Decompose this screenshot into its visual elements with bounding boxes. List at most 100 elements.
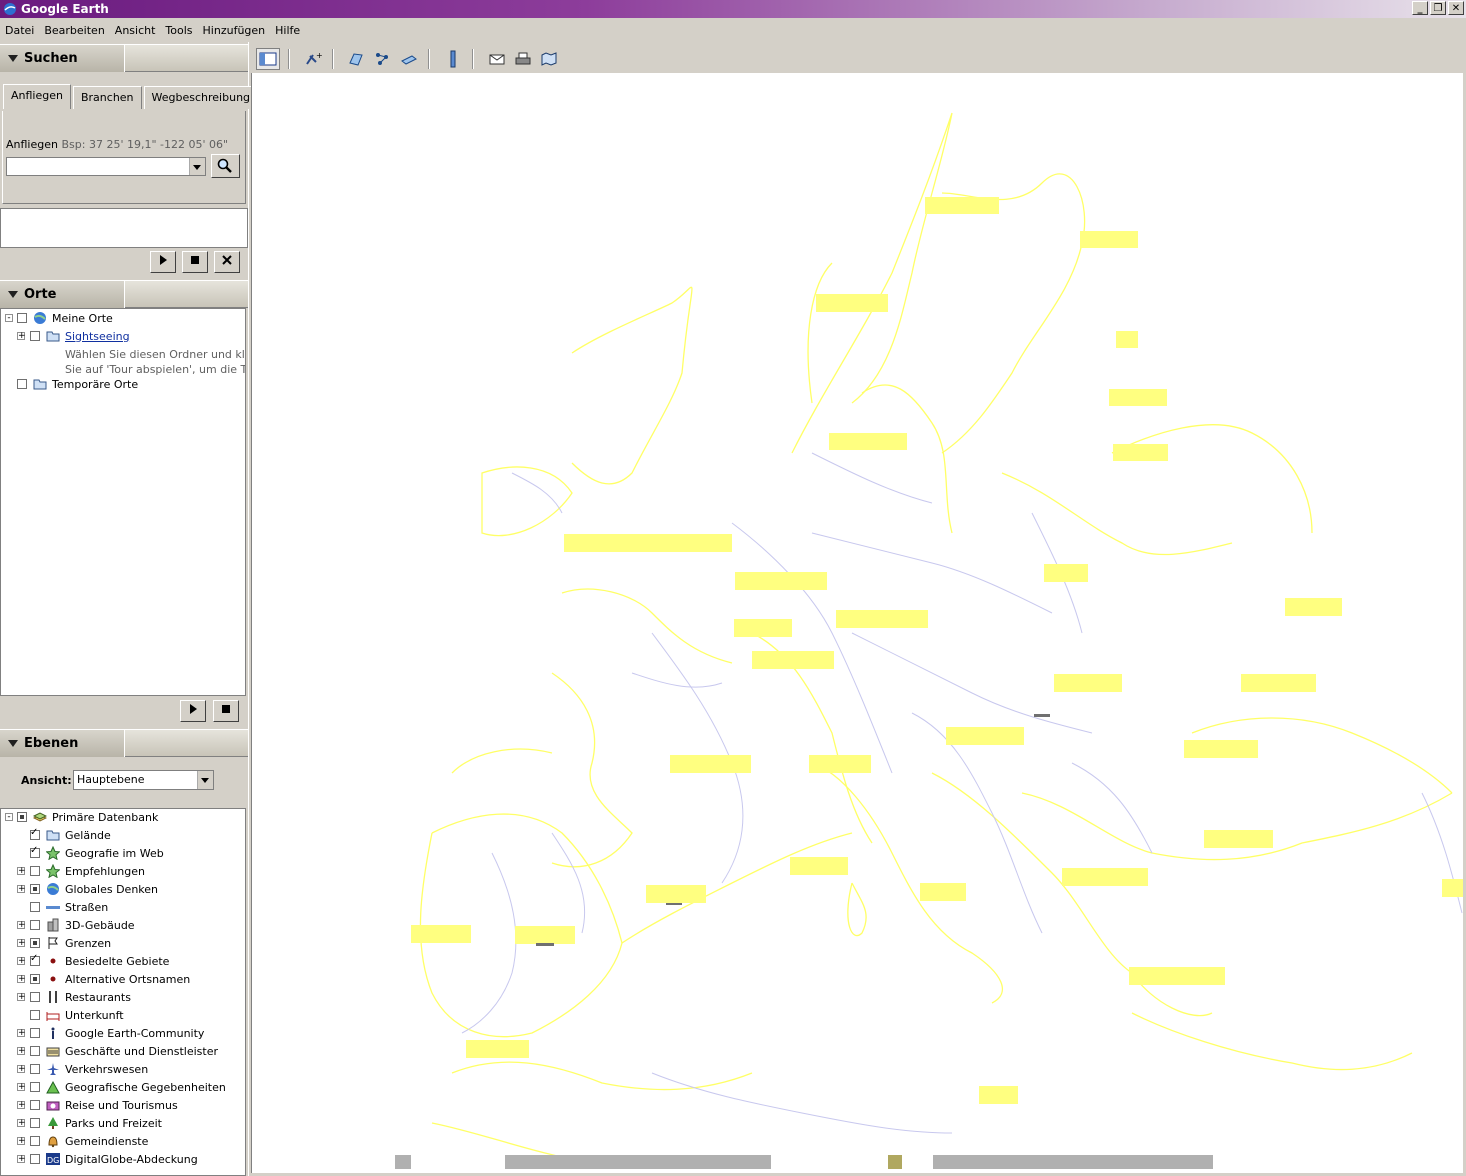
- minimize-button[interactable]: _: [1412, 1, 1428, 15]
- layer-checkbox[interactable]: [30, 845, 40, 858]
- layer-item[interactable]: Verkehrswesen: [30, 1060, 148, 1078]
- layer-item[interactable]: Alternative Ortsnamen: [30, 970, 190, 988]
- menu-hilfe[interactable]: Hilfe: [270, 24, 305, 37]
- layer-item[interactable]: Reise und Tourismus: [30, 1096, 178, 1114]
- layer-item[interactable]: Google Earth-Community: [30, 1024, 204, 1042]
- layer-item[interactable]: Grenzen: [30, 934, 111, 952]
- expand-icon[interactable]: +: [17, 885, 26, 894]
- expand-icon[interactable]: +: [17, 957, 26, 966]
- path-button[interactable]: [372, 49, 394, 69]
- collapse-icon[interactable]: -: [5, 813, 13, 822]
- layer-checkbox[interactable]: [30, 1100, 40, 1110]
- layer-checkbox[interactable]: [30, 1154, 40, 1164]
- layer-checkbox[interactable]: [30, 1136, 40, 1146]
- layer-checkbox[interactable]: [30, 992, 40, 1002]
- tab-wegbeschreibung[interactable]: Wegbeschreibung: [143, 86, 259, 109]
- layer-checkbox[interactable]: [30, 866, 40, 876]
- places-panel-header[interactable]: Orte: [0, 280, 248, 308]
- play-button[interactable]: [150, 251, 176, 273]
- layer-checkbox[interactable]: [30, 953, 40, 966]
- print-button[interactable]: [512, 49, 534, 69]
- collapse-icon[interactable]: -: [5, 314, 13, 323]
- collapse-triangle-icon[interactable]: [8, 291, 18, 298]
- layer-checkbox[interactable]: [30, 938, 40, 948]
- expand-icon[interactable]: +: [17, 1155, 26, 1164]
- layer-item[interactable]: Empfehlungen: [30, 862, 145, 880]
- search-panel-header[interactable]: Suchen: [0, 44, 248, 72]
- layer-checkbox[interactable]: [30, 902, 40, 912]
- layer-item[interactable]: Primäre Datenbank: [17, 809, 158, 826]
- polygon-button[interactable]: [346, 49, 368, 69]
- layer-checkbox[interactable]: [30, 1118, 40, 1128]
- expand-icon[interactable]: +: [17, 332, 26, 341]
- expand-icon[interactable]: +: [17, 1083, 26, 1092]
- ruler-button[interactable]: [442, 49, 464, 69]
- maps-button[interactable]: [538, 49, 560, 69]
- view-select[interactable]: Hauptebene: [73, 770, 214, 790]
- tree-item-meine-orte[interactable]: Meine Orte: [17, 309, 113, 327]
- menu-bearbeiten[interactable]: Bearbeiten: [39, 24, 109, 37]
- expand-icon[interactable]: +: [17, 1047, 26, 1056]
- expand-icon[interactable]: +: [17, 939, 26, 948]
- layer-checkbox[interactable]: [30, 884, 40, 894]
- chevron-down-icon[interactable]: [197, 771, 213, 789]
- layer-checkbox[interactable]: [30, 974, 40, 984]
- tab-branchen[interactable]: Branchen: [72, 86, 142, 109]
- layer-checkbox[interactable]: [17, 812, 27, 822]
- sightseeing-link[interactable]: Sightseeing: [65, 330, 130, 343]
- layer-item[interactable]: Gelände: [30, 826, 111, 844]
- email-button[interactable]: [486, 49, 508, 69]
- collapse-triangle-icon[interactable]: [8, 55, 18, 62]
- layer-item[interactable]: Straßen: [30, 898, 108, 916]
- fly-to-input[interactable]: [6, 157, 206, 176]
- expand-icon[interactable]: +: [17, 921, 26, 930]
- expand-icon[interactable]: +: [17, 1101, 26, 1110]
- map-view[interactable]: [251, 73, 1463, 1173]
- menu-datei[interactable]: Datei: [0, 24, 39, 37]
- layer-item[interactable]: Gemeindienste: [30, 1132, 148, 1150]
- layer-checkbox[interactable]: [30, 1064, 40, 1074]
- chevron-down-icon[interactable]: [189, 158, 205, 175]
- layer-item[interactable]: Parks und Freizeit: [30, 1114, 162, 1132]
- sidebar-toggle-button[interactable]: [256, 48, 280, 70]
- layers-panel-header[interactable]: Ebenen: [0, 729, 248, 757]
- expand-icon[interactable]: +: [17, 1119, 26, 1128]
- expand-icon[interactable]: +: [17, 975, 26, 984]
- overlay-button[interactable]: [398, 49, 420, 69]
- layer-checkbox[interactable]: [30, 1010, 40, 1020]
- search-button[interactable]: [211, 154, 240, 178]
- map-scrollbar[interactable]: [395, 1155, 1213, 1169]
- placemark-button[interactable]: +: [302, 49, 324, 69]
- search-results[interactable]: [0, 208, 248, 248]
- layer-item[interactable]: Geografische Gegebenheiten: [30, 1078, 226, 1096]
- stop-button[interactable]: [182, 251, 208, 273]
- checkbox[interactable]: [30, 331, 40, 341]
- layer-item[interactable]: Restaurants: [30, 988, 131, 1006]
- layer-item[interactable]: Unterkunft: [30, 1006, 124, 1024]
- layer-item[interactable]: Geografie im Web: [30, 844, 164, 862]
- expand-icon[interactable]: +: [17, 1065, 26, 1074]
- checkbox[interactable]: [17, 313, 27, 323]
- places-play-button[interactable]: [180, 700, 206, 722]
- expand-icon[interactable]: +: [17, 993, 26, 1002]
- layer-checkbox[interactable]: [30, 1082, 40, 1092]
- checkbox[interactable]: [17, 379, 27, 389]
- tree-item-sightseeing[interactable]: Sightseeing: [30, 327, 130, 345]
- layer-checkbox[interactable]: [30, 827, 40, 840]
- layer-item[interactable]: Besiedelte Gebiete: [30, 952, 169, 970]
- expand-icon[interactable]: +: [17, 1137, 26, 1146]
- close-button[interactable]: ✕: [1448, 1, 1464, 15]
- expand-icon[interactable]: +: [17, 1029, 26, 1038]
- menu-hinzufuegen[interactable]: Hinzufügen: [198, 24, 271, 37]
- expand-icon[interactable]: +: [17, 867, 26, 876]
- layer-checkbox[interactable]: [30, 1028, 40, 1038]
- europe-map[interactable]: [252, 73, 1463, 1173]
- maximize-button[interactable]: ❐: [1430, 1, 1446, 15]
- layer-checkbox[interactable]: [30, 920, 40, 930]
- layer-item[interactable]: Geschäfte und Dienstleister: [30, 1042, 218, 1060]
- menu-ansicht[interactable]: Ansicht: [110, 24, 161, 37]
- layer-item[interactable]: Globales Denken: [30, 880, 158, 898]
- tab-anfliegen[interactable]: Anfliegen: [3, 84, 71, 109]
- collapse-triangle-icon[interactable]: [8, 740, 18, 747]
- clear-button[interactable]: [214, 251, 240, 273]
